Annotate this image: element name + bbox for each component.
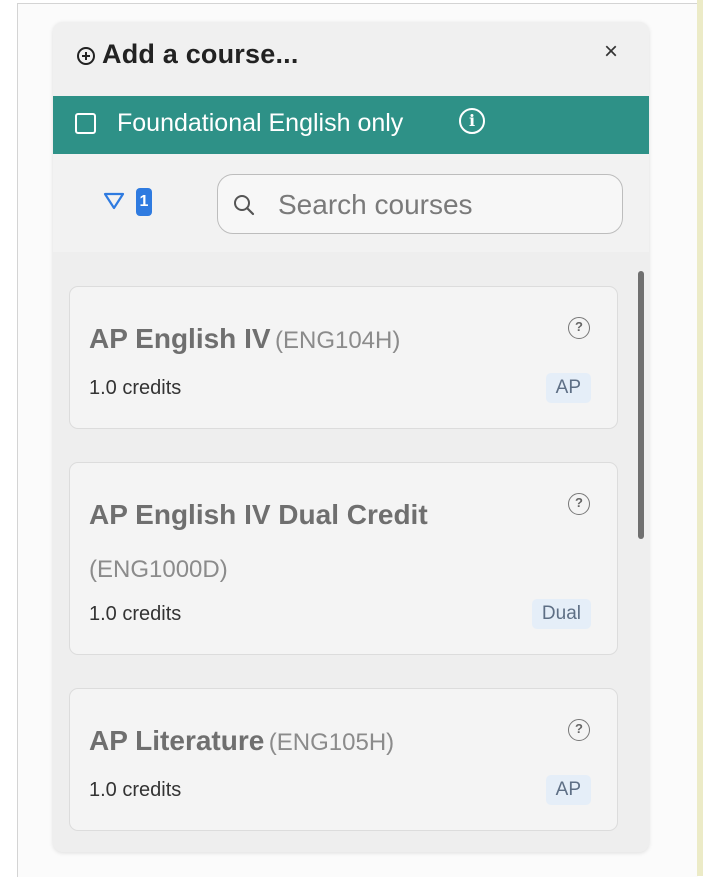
list-scrollbar[interactable]	[638, 271, 644, 539]
course-card[interactable]: AP Literature (ENG105H) ? 1.0 credits AP	[69, 688, 618, 831]
course-title: AP Literature (ENG105H)	[89, 716, 549, 771]
search-icon	[234, 195, 255, 216]
help-icon[interactable]: ?	[568, 317, 590, 339]
course-list[interactable]: AP English IV (ENG104H) ? 1.0 credits AP…	[53, 252, 649, 852]
course-credits: 1.0 credits	[89, 377, 182, 399]
help-icon[interactable]: ?	[568, 493, 590, 515]
background-strip	[697, 0, 703, 876]
course-tag: AP	[545, 373, 591, 403]
filter-count-badge: 1	[136, 188, 152, 216]
course-code: (ENG1000D)	[89, 556, 228, 583]
course-credits: 1.0 credits	[89, 603, 182, 625]
course-code: (ENG104H)	[274, 327, 401, 354]
add-course-panel: Add a course... × Foundational English o…	[53, 22, 649, 852]
course-title: AP English IV (ENG104H)	[89, 314, 549, 369]
foundational-english-checkbox[interactable]	[75, 113, 96, 134]
filter-button[interactable]: 1	[103, 188, 163, 222]
course-code: (ENG105H)	[268, 729, 395, 756]
add-circle-icon	[77, 47, 95, 65]
panel-header: Add a course... ×	[53, 22, 649, 96]
course-name: AP Literature	[89, 725, 265, 756]
course-name: AP English IV	[89, 323, 271, 354]
course-card[interactable]: AP English IV Dual Credit (ENG1000D) ? 1…	[69, 462, 618, 655]
search-placeholder: Search courses	[278, 189, 473, 220]
course-tag: AP	[545, 775, 591, 805]
course-card[interactable]: AP English IV (ENG104H) ? 1.0 credits AP	[69, 286, 618, 429]
search-toolbar: 1 Search courses	[53, 154, 649, 253]
info-icon[interactable]: i	[459, 108, 485, 134]
course-title: AP English IV Dual Credit (ENG1000D)	[89, 490, 549, 598]
course-credits: 1.0 credits	[89, 779, 182, 801]
foundational-filter-banner: Foundational English only i	[53, 96, 649, 154]
foundational-english-label[interactable]: Foundational English only	[117, 109, 403, 138]
panel-title: Add a course...	[102, 39, 299, 69]
filter-icon	[103, 192, 125, 210]
help-icon[interactable]: ?	[568, 719, 590, 741]
close-button[interactable]: ×	[597, 37, 625, 67]
course-tag: Dual	[531, 599, 591, 629]
course-name: AP English IV Dual Credit	[89, 499, 428, 530]
search-input[interactable]: Search courses	[217, 174, 623, 234]
